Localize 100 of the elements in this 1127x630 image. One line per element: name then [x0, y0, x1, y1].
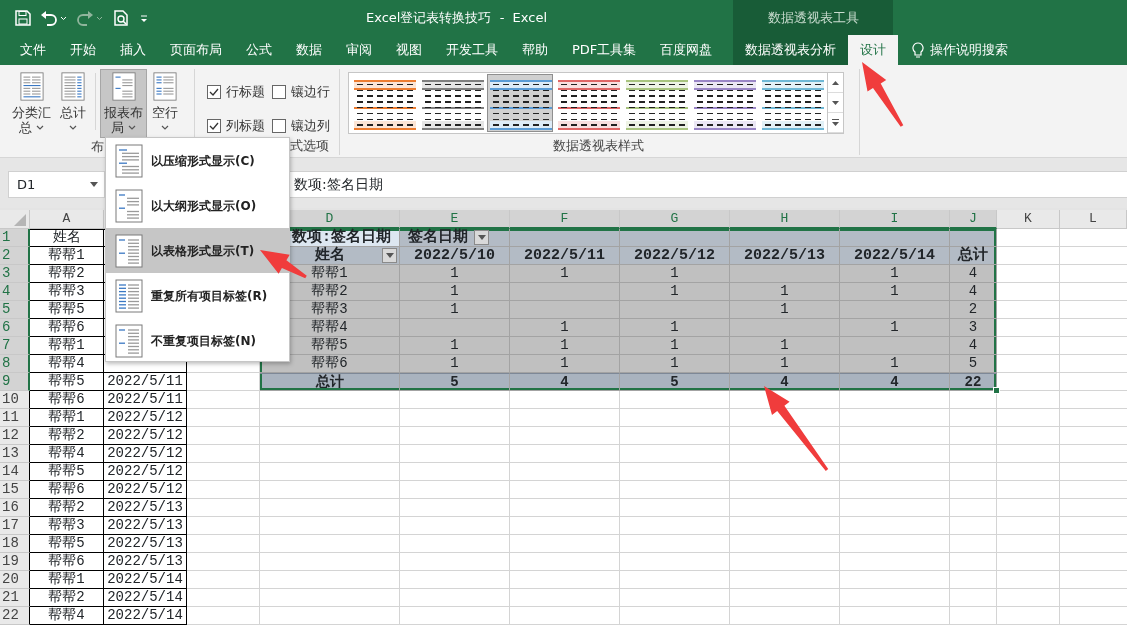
- row-header[interactable]: 7: [0, 337, 30, 355]
- table-cell: 帮帮5: [30, 535, 104, 553]
- row-header[interactable]: 19: [0, 553, 30, 571]
- row-header[interactable]: 3: [0, 265, 30, 283]
- table-cell: 1: [730, 337, 840, 355]
- save-icon[interactable]: [14, 8, 32, 27]
- table-cell: 1: [510, 319, 620, 337]
- fill-handle[interactable]: [993, 387, 1000, 394]
- ribbon-tab[interactable]: 设计: [848, 35, 898, 65]
- table-cell: 1: [510, 265, 620, 283]
- row-header[interactable]: 10: [0, 391, 30, 409]
- ribbon-tab[interactable]: 文件: [8, 35, 58, 65]
- checkbox-label[interactable]: 列标题: [226, 116, 265, 136]
- ribbon-button[interactable]: 总计: [55, 69, 91, 138]
- row-header[interactable]: 13: [0, 445, 30, 463]
- column-header[interactable]: I: [840, 210, 950, 229]
- ribbon-tab[interactable]: 数据透视表分析: [733, 35, 848, 65]
- ribbon-tab[interactable]: 帮助: [510, 35, 560, 65]
- table-cell: 帮帮4: [30, 355, 104, 373]
- search-hint[interactable]: 操作说明搜索: [930, 40, 1008, 60]
- row-header[interactable]: 20: [0, 571, 30, 589]
- ribbon-button[interactable]: 分类汇 总: [8, 69, 55, 138]
- row-header[interactable]: 14: [0, 463, 30, 481]
- checkbox-label[interactable]: 镶边行: [291, 82, 330, 102]
- row-header[interactable]: 8: [0, 355, 30, 373]
- ribbon-tab[interactable]: 审阅: [334, 35, 384, 65]
- row-header[interactable]: 4: [0, 283, 30, 301]
- table-cell: 4: [950, 265, 997, 283]
- filter-button[interactable]: [382, 248, 397, 263]
- ribbon-tab[interactable]: 百度网盘: [648, 35, 725, 65]
- row-header[interactable]: 12: [0, 427, 30, 445]
- table-cell: 1: [400, 301, 510, 319]
- table-cell: 2022/5/12: [104, 445, 187, 463]
- name-box[interactable]: D1: [8, 171, 105, 198]
- table-cell: 帮帮2: [30, 499, 104, 517]
- column-header[interactable]: L: [1060, 210, 1127, 229]
- table-cell: 1: [510, 337, 620, 355]
- table-style-icon: [693, 79, 756, 130]
- lightbulb-icon[interactable]: [912, 41, 924, 59]
- menu-item[interactable]: 以表格形式显示(T): [106, 228, 289, 273]
- ribbon-tab[interactable]: 公式: [234, 35, 284, 65]
- table-cell: 帮帮5: [30, 373, 104, 391]
- ribbon-tab[interactable]: 页面布局: [158, 35, 234, 65]
- table-cell: 4: [510, 373, 620, 391]
- row-header[interactable]: 17: [0, 517, 30, 535]
- column-header[interactable]: J: [950, 210, 997, 229]
- column-header[interactable]: K: [997, 210, 1060, 229]
- ribbon-tab[interactable]: PDF工具集: [560, 35, 649, 65]
- table-style-option[interactable]: [487, 74, 553, 132]
- table-cell: 1: [730, 355, 840, 373]
- print-preview-icon[interactable]: [112, 8, 130, 27]
- layout-icon: [115, 278, 143, 313]
- ribbon-tab[interactable]: 数据: [284, 35, 334, 65]
- table-cell: 2022/5/13: [104, 499, 187, 517]
- table-cell: [950, 229, 997, 247]
- checkbox-label[interactable]: 行标题: [226, 82, 265, 102]
- table-cell: 1: [510, 355, 620, 373]
- checkbox[interactable]: [272, 119, 286, 133]
- column-header[interactable]: F: [510, 210, 620, 229]
- table-cell: 1: [730, 301, 840, 319]
- table-cell: 2022/5/12: [620, 247, 730, 265]
- undo-icon[interactable]: [40, 8, 68, 27]
- row-header[interactable]: 22: [0, 607, 30, 625]
- table-cell: 4: [950, 337, 997, 355]
- row-header[interactable]: 9: [0, 373, 30, 391]
- ribbon-button[interactable]: 报表布 局: [100, 69, 147, 138]
- filter-button[interactable]: [474, 229, 489, 245]
- table-cell: 4: [730, 373, 840, 391]
- row-header[interactable]: 2: [0, 247, 30, 265]
- layout-icon: [59, 72, 87, 101]
- row-header[interactable]: 6: [0, 319, 30, 337]
- table-cell: 2022/5/14: [840, 247, 950, 265]
- window-title: Excel登记表转换技巧 - Excel: [364, 8, 549, 27]
- checkbox[interactable]: [207, 119, 221, 133]
- row-header[interactable]: 21: [0, 589, 30, 607]
- row-header[interactable]: 15: [0, 481, 30, 499]
- column-header[interactable]: E: [400, 210, 510, 229]
- ribbon-tab[interactable]: 插入: [108, 35, 158, 65]
- column-header[interactable]: G: [620, 210, 730, 229]
- row-header[interactable]: 5: [0, 301, 30, 319]
- row-header[interactable]: 1: [0, 229, 30, 247]
- row-header[interactable]: 18: [0, 535, 30, 553]
- table-cell: 1: [730, 283, 840, 301]
- checkbox[interactable]: [272, 85, 286, 99]
- table-cell: 5: [620, 373, 730, 391]
- ribbon-tab[interactable]: 视图: [384, 35, 434, 65]
- ribbon-button[interactable]: 空行: [147, 69, 183, 138]
- checkbox-label[interactable]: 镶边列: [291, 116, 330, 136]
- row-header[interactable]: 16: [0, 499, 30, 517]
- table-cell: 1: [620, 319, 730, 337]
- table-cell: 1: [620, 283, 730, 301]
- ribbon-tab[interactable]: 开发工具: [434, 35, 510, 65]
- group-label: 数据透视表样式: [552, 137, 645, 155]
- ribbon-tab[interactable]: 开始: [58, 35, 108, 65]
- column-header[interactable]: A: [30, 210, 104, 229]
- checkbox[interactable]: [207, 85, 221, 99]
- row-header[interactable]: 11: [0, 409, 30, 427]
- column-header[interactable]: H: [730, 210, 840, 229]
- table-cell: 4: [840, 373, 950, 391]
- table-cell: 1: [620, 355, 730, 373]
